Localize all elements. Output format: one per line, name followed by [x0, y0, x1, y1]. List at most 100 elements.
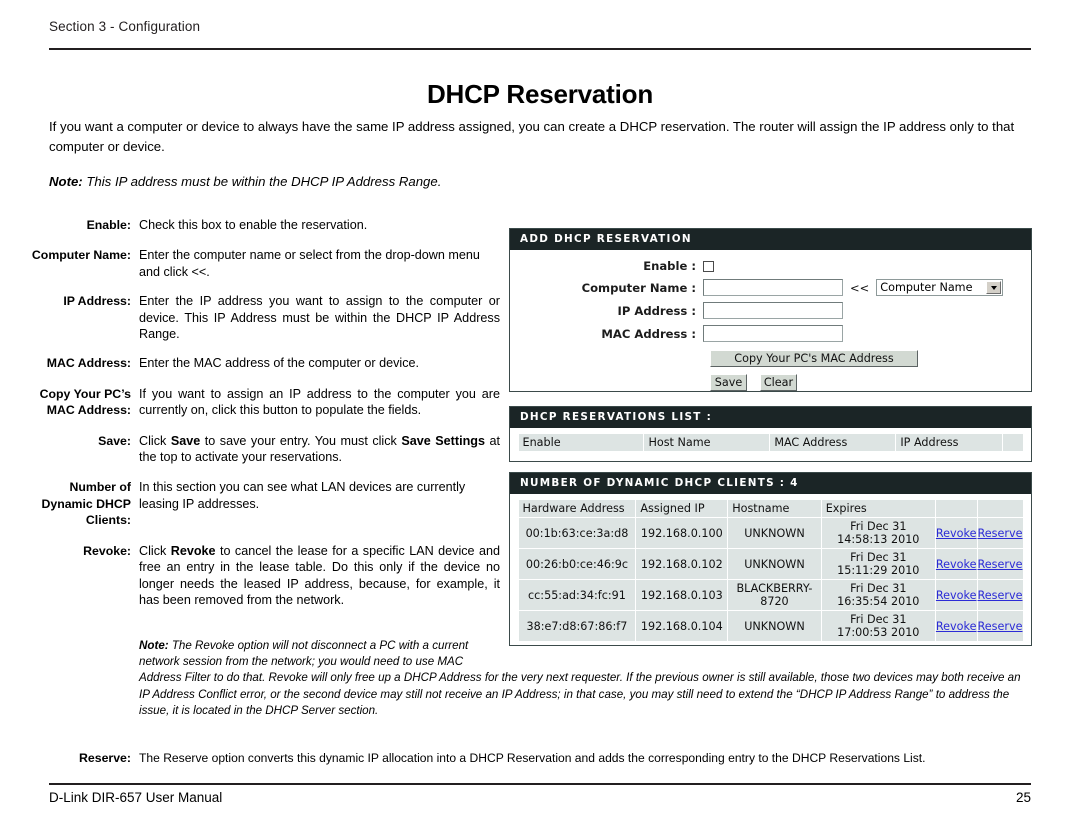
- column-reserve-action: [977, 500, 1023, 517]
- intro-note-text: This IP address must be within the DHCP …: [82, 174, 442, 189]
- cell-expires: Fri Dec 31 14:58:13 2010: [821, 518, 935, 548]
- desc-text-copy-mac: If you want to assign an IP address to t…: [139, 386, 500, 418]
- desc-term-reserve: Reserve:: [79, 751, 131, 765]
- desc-text-save: Click Save to save your entry. You must …: [139, 433, 500, 465]
- form-row-computer-name: Computer Name : << Computer Name: [510, 279, 1031, 296]
- revoke-note-rest: Address Filter to do that. Revoke will o…: [139, 671, 1021, 717]
- revoke-link[interactable]: Revoke: [936, 558, 977, 571]
- reserve-link[interactable]: Reserve: [978, 620, 1023, 633]
- column-hardware-address: Hardware Address: [518, 500, 636, 517]
- cell-hardware-address: 00:26:b0:ce:46:9c: [518, 549, 636, 579]
- desc-term-revoke: Revoke:: [83, 543, 131, 558]
- cell-revoke: Revoke: [935, 580, 977, 610]
- cell-hardware-address: cc:55:ad:34:fc:91: [518, 580, 636, 610]
- desc-text-reserve: The Reserve option converts this dynamic…: [139, 751, 926, 765]
- column-hostname: Hostname: [728, 500, 821, 517]
- reserve-link[interactable]: Reserve: [978, 527, 1023, 540]
- copy-pc-mac-button[interactable]: Copy Your PC's MAC Address: [710, 350, 918, 367]
- intro-paragraph: If you want a computer or device to alwa…: [49, 119, 1015, 154]
- enable-checkbox[interactable]: [703, 260, 714, 272]
- add-panel-button-row: Save Clear: [510, 374, 1031, 391]
- cell-expires: Fri Dec 31 16:35:54 2010: [821, 580, 935, 610]
- column-mac-address: MAC Address: [770, 434, 896, 451]
- reservations-panel-title: DHCP RESERVATIONS LIST :: [510, 407, 1031, 428]
- mac-address-input[interactable]: [703, 325, 843, 342]
- clear-button[interactable]: Clear: [760, 374, 797, 391]
- add-panel-title: ADD DHCP RESERVATION: [510, 229, 1031, 250]
- desc-text-mac-address: Enter the MAC address of the computer or…: [139, 356, 419, 371]
- cell-expires: Fri Dec 31 15:11:29 2010: [821, 549, 935, 579]
- cell-revoke: Revoke: [935, 549, 977, 579]
- cell-hardware-address: 38:e7:d8:67:86:f7: [518, 611, 636, 641]
- table-row: cc:55:ad:34:fc:91 192.168.0.103 BLACKBER…: [518, 580, 1023, 610]
- reserve-link[interactable]: Reserve: [978, 589, 1023, 602]
- cell-assigned-ip: 192.168.0.100: [636, 518, 728, 548]
- desc-row-ip-address: IP Address: Enter the IP address you wan…: [18, 293, 500, 342]
- desc-term-save: Save:: [98, 433, 131, 448]
- desc-row-computer-name: Computer Name: Enter the computer name o…: [18, 247, 500, 280]
- footer-manual-title: D-Link DIR-657 User Manual: [49, 790, 223, 805]
- revoke-note: Note: The Revoke option will not disconn…: [139, 638, 1032, 719]
- desc-text-revoke: Click Revoke to cancel the lease for a s…: [139, 543, 500, 607]
- cell-reserve: Reserve: [977, 611, 1023, 641]
- desc-text-ip-address: Enter the IP address you want to assign …: [139, 294, 500, 342]
- column-ip-address: IP Address: [896, 434, 1002, 451]
- footer-divider: [49, 783, 1031, 786]
- column-enable: Enable: [518, 434, 644, 451]
- intro-note-prefix: Note:: [49, 174, 83, 189]
- enable-label: Enable :: [643, 259, 696, 273]
- column-revoke-action: [935, 500, 977, 517]
- add-panel-form: Enable : Computer Name : << Computer Nam…: [510, 250, 1031, 399]
- revoke-note-line1: Note: The Revoke option will not disconn…: [139, 639, 469, 652]
- dhcp-reservations-list-panel: DHCP RESERVATIONS LIST : Enable Host Nam…: [509, 406, 1032, 462]
- description-list: Enable: Check this box to enable the res…: [18, 217, 500, 620]
- mac-address-label: MAC Address :: [601, 326, 696, 341]
- revoke-link[interactable]: Revoke: [936, 589, 977, 602]
- desc-text-enable: Check this box to enable the reservation…: [139, 218, 368, 232]
- page-title: DHCP Reservation: [426, 79, 654, 110]
- cell-hostname: BLACKBERRY-8720: [728, 580, 821, 610]
- reserve-link[interactable]: Reserve: [978, 558, 1023, 571]
- form-row-mac-address: MAC Address :: [510, 325, 1031, 342]
- column-actions: [1002, 434, 1023, 451]
- cell-reserve: Reserve: [977, 518, 1023, 548]
- page-footer: D-Link DIR-657 User Manual 25: [49, 790, 1031, 805]
- footer-page-number: 25: [1015, 790, 1031, 805]
- form-row-ip-address: IP Address :: [510, 302, 1031, 319]
- cell-revoke: Revoke: [935, 611, 977, 641]
- desc-text-computer-name: Enter the computer name or select from t…: [139, 248, 480, 279]
- clients-table: Hardware Address Assigned IP Hostname Ex…: [518, 499, 1024, 642]
- table-header-row: Hardware Address Assigned IP Hostname Ex…: [518, 500, 1023, 517]
- revoke-note-line2: network session from the network; you wo…: [139, 655, 464, 669]
- desc-row-save: Save: Click Save to save your entry. You…: [18, 433, 500, 466]
- save-button[interactable]: Save: [710, 374, 747, 391]
- section-label: Section 3 - Configuration: [49, 19, 201, 34]
- table-header-row: Enable Host Name MAC Address IP Address: [518, 434, 1023, 451]
- reservations-table: Enable Host Name MAC Address IP Address: [518, 433, 1024, 452]
- desc-term-mac-address: MAC Address:: [46, 356, 131, 371]
- header-divider: [49, 48, 1031, 51]
- computer-name-input[interactable]: [703, 279, 843, 296]
- desc-term-enable: Enable:: [86, 218, 131, 232]
- column-assigned-ip: Assigned IP: [636, 500, 728, 517]
- cell-hostname: UNKNOWN: [728, 549, 821, 579]
- add-dhcp-reservation-panel: ADD DHCP RESERVATION Enable : Computer N…: [509, 228, 1032, 392]
- desc-term-ip-address: IP Address:: [63, 294, 131, 309]
- ip-address-input[interactable]: [703, 302, 843, 319]
- desc-text-dynamic-clients: In this section you can see what LAN dev…: [139, 480, 466, 511]
- cell-assigned-ip: 192.168.0.104: [636, 611, 728, 641]
- form-row-enable: Enable :: [510, 259, 1031, 273]
- cell-hostname: UNKNOWN: [728, 518, 821, 548]
- cell-reserve: Reserve: [977, 580, 1023, 610]
- computer-name-dropdown-value: Computer Name: [880, 281, 973, 294]
- desc-row-mac-address: MAC Address: Enter the MAC address of th…: [18, 355, 500, 371]
- computer-name-dropdown[interactable]: Computer Name: [876, 279, 1004, 296]
- desc-row-enable: Enable: Check this box to enable the res…: [18, 217, 500, 233]
- cell-assigned-ip: 192.168.0.103: [636, 580, 728, 610]
- chevron-down-icon: [986, 281, 1002, 294]
- desc-term-dynamic-clients: Number of Dynamic DHCP Clients:: [41, 480, 131, 528]
- revoke-link[interactable]: Revoke: [936, 527, 977, 540]
- revoke-link[interactable]: Revoke: [936, 620, 977, 633]
- cell-hostname: UNKNOWN: [728, 611, 821, 641]
- table-row: 00:1b:63:ce:3a:d8 192.168.0.100 UNKNOWN …: [518, 518, 1023, 548]
